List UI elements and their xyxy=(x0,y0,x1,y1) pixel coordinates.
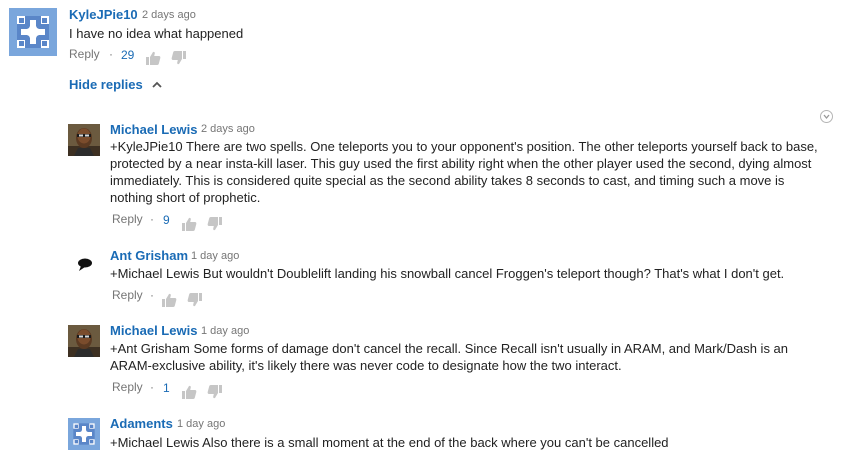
reply-button[interactable]: Reply xyxy=(112,288,143,302)
reply-text: +Michael Lewis But wouldn't Doublelift l… xyxy=(110,266,785,281)
avatar-adaments[interactable] xyxy=(68,418,100,450)
thumb-up-icon[interactable] xyxy=(181,217,197,231)
reply-text: +KyleJPie10 There are two spells. One te… xyxy=(110,139,818,205)
avatar-michael-lewis[interactable] xyxy=(68,124,100,156)
like-count: 9 xyxy=(163,213,170,227)
reply-time[interactable]: 2 days ago xyxy=(201,123,255,135)
avatar-ant-grisham[interactable] xyxy=(76,257,94,273)
thumb-down-icon[interactable] xyxy=(207,217,223,231)
hide-replies-label: Hide replies xyxy=(69,77,143,92)
reply-author[interactable]: Ant Grisham xyxy=(110,248,188,263)
chevron-up-icon xyxy=(152,77,162,92)
comment-text: I have no idea what happened xyxy=(69,26,244,41)
like-count: 1 xyxy=(163,381,170,395)
reply-text: +Ant Grisham Some forms of damage don't … xyxy=(110,341,789,373)
reply-time[interactable]: 1 day ago xyxy=(201,325,249,337)
thumb-down-icon[interactable] xyxy=(187,293,203,307)
separator-dot: · xyxy=(150,288,154,302)
avatar-michael-lewis[interactable] xyxy=(68,325,100,357)
reply-button[interactable]: Reply xyxy=(112,212,143,226)
separator-dot: · xyxy=(150,212,154,226)
reply-time[interactable]: 1 day ago xyxy=(177,418,225,430)
thumb-up-icon[interactable] xyxy=(161,293,177,307)
reply-time[interactable]: 1 day ago xyxy=(191,250,239,262)
default-avatar-icon xyxy=(9,8,57,56)
separator-dot: · xyxy=(109,47,113,61)
like-count: 29 xyxy=(121,48,135,62)
thumb-up-icon[interactable] xyxy=(181,385,197,399)
speech-bubble-icon xyxy=(78,258,92,271)
user-photo-icon xyxy=(68,124,100,156)
reply-author[interactable]: Michael Lewis xyxy=(110,323,197,338)
separator-dot: · xyxy=(150,380,154,394)
dropdown-menu-icon[interactable] xyxy=(820,110,833,123)
thumb-down-icon[interactable] xyxy=(207,385,223,399)
thumb-up-icon[interactable] xyxy=(145,51,161,65)
user-photo-icon xyxy=(68,325,100,357)
reply-author[interactable]: Adaments xyxy=(110,416,173,431)
comment-time[interactable]: 2 days ago xyxy=(142,9,196,21)
default-avatar-icon xyxy=(68,418,100,450)
avatar-kylejpie10[interactable] xyxy=(9,8,57,56)
reply-button[interactable]: Reply xyxy=(69,47,100,61)
reply-button[interactable]: Reply xyxy=(112,380,143,394)
hide-replies-link[interactable]: Hide replies xyxy=(69,77,162,92)
reply-author[interactable]: Michael Lewis xyxy=(110,122,197,137)
reply-text: +Michael Lewis Also there is a small mom… xyxy=(110,435,669,450)
comment-author[interactable]: KyleJPie10 xyxy=(69,7,138,22)
thumb-down-icon[interactable] xyxy=(171,51,187,65)
